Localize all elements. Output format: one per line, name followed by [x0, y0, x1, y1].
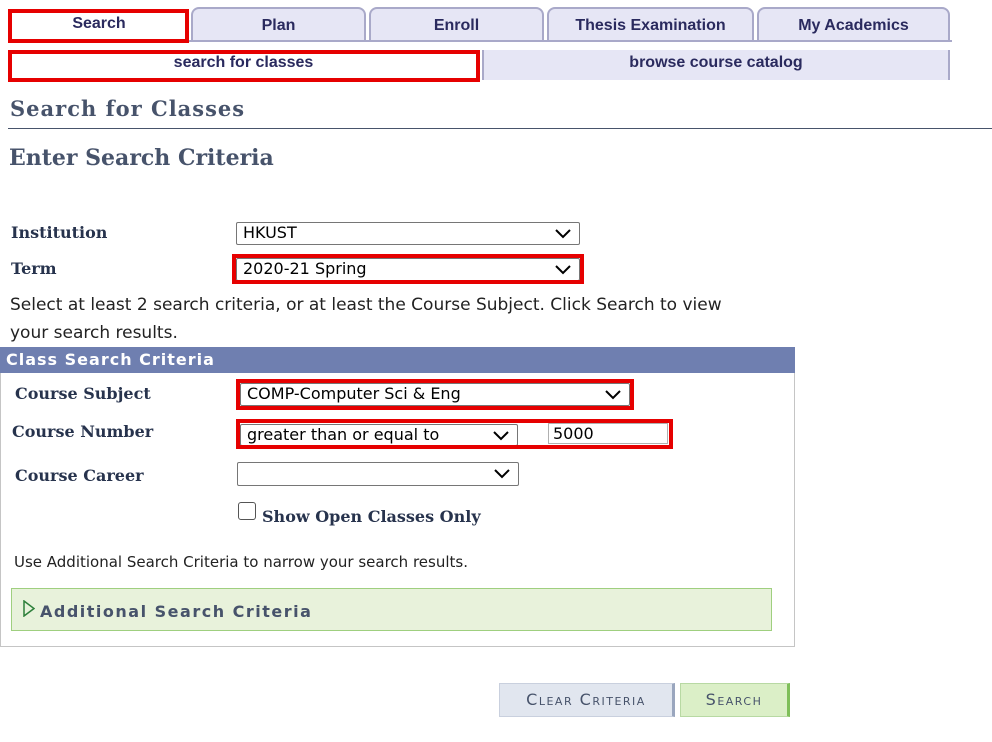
- subtab-browse-course-catalog[interactable]: browse course catalog: [482, 50, 950, 80]
- additional-criteria-label: Additional Search Criteria: [40, 602, 313, 621]
- chevron-down-icon: [494, 469, 510, 479]
- course-subject-select[interactable]: COMP-Computer Sci & Eng: [240, 383, 630, 406]
- course-subject-label: Course Subject: [15, 384, 151, 403]
- course-career-select[interactable]: [237, 462, 519, 486]
- criteria-header: Class Search Criteria: [0, 347, 795, 373]
- tab-thesis-examination[interactable]: Thesis Examination: [547, 7, 754, 42]
- course-number-operator-value: greater than or equal to: [247, 425, 440, 444]
- chevron-down-icon: [555, 265, 571, 275]
- tab-enroll[interactable]: Enroll: [369, 7, 544, 42]
- course-number-operator-select[interactable]: greater than or equal to: [240, 424, 518, 446]
- additional-criteria-bar[interactable]: Additional Search Criteria: [11, 588, 772, 631]
- course-number-input[interactable]: 5000: [548, 423, 668, 444]
- expand-triangle-icon: [23, 600, 35, 617]
- chevron-down-icon: [493, 431, 509, 441]
- additional-hint-text: Use Additional Search Criteria to narrow…: [14, 553, 468, 571]
- course-number-label: Course Number: [12, 422, 154, 441]
- term-value: 2020-21 Spring: [243, 259, 367, 278]
- title-rule: [8, 128, 992, 129]
- institution-label: Institution: [11, 223, 108, 242]
- open-classes-checkbox[interactable]: [238, 502, 256, 520]
- course-subject-value: COMP-Computer Sci & Eng: [247, 384, 461, 403]
- section-title: Enter Search Criteria: [9, 145, 274, 171]
- page-title: Search for Classes: [10, 96, 246, 121]
- institution-select[interactable]: HKUST: [236, 222, 580, 245]
- term-select[interactable]: 2020-21 Spring: [236, 258, 580, 281]
- open-classes-label[interactable]: Show Open Classes Only: [262, 507, 481, 526]
- search-button[interactable]: Search: [680, 683, 790, 717]
- subtab-search-for-classes[interactable]: search for classes: [10, 50, 477, 80]
- clear-criteria-button[interactable]: Clear Criteria: [499, 683, 675, 717]
- chevron-down-icon: [555, 229, 571, 239]
- tab-search[interactable]: Search: [10, 7, 188, 42]
- tab-my-academics[interactable]: My Academics: [757, 7, 950, 42]
- tab-plan[interactable]: Plan: [191, 7, 366, 42]
- course-career-label: Course Career: [15, 466, 144, 485]
- instructions-text: Select at least 2 search criteria, or at…: [10, 295, 722, 343]
- institution-value: HKUST: [243, 223, 297, 242]
- term-label: Term: [11, 259, 57, 278]
- tab-divider: [8, 40, 952, 42]
- chevron-down-icon: [605, 390, 621, 400]
